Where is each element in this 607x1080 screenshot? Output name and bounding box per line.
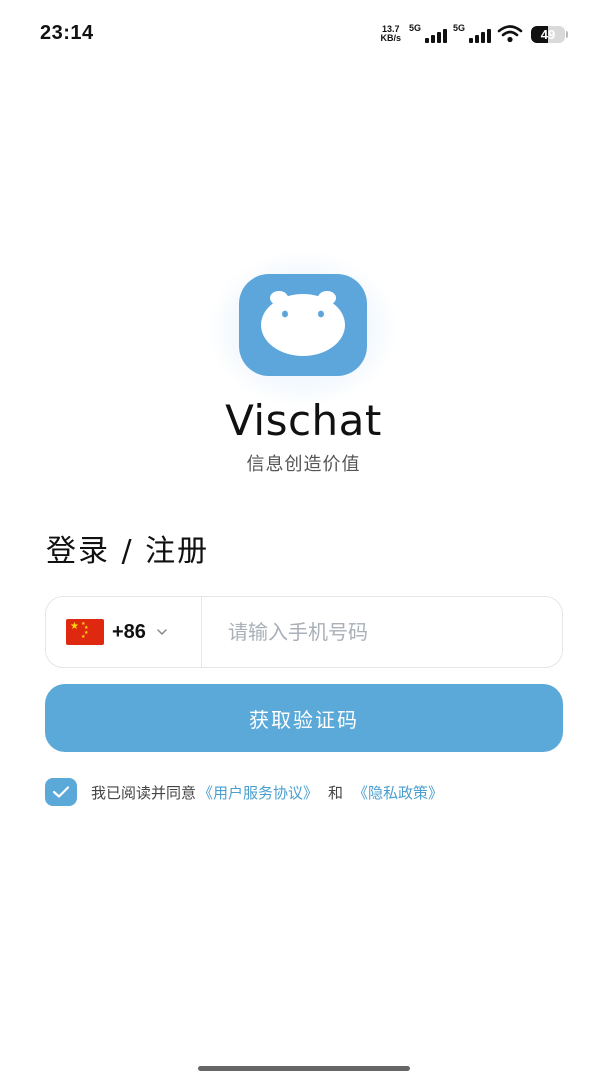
login-screen: 23:14 13.7 KB/s 5G 5G 49 Vischat 信息创造价值 … [0, 0, 607, 1080]
phone-input-group: ★ ★ ★ ★ ★ +86 [45, 596, 563, 668]
country-code-selector[interactable]: ★ ★ ★ ★ ★ +86 [46, 597, 202, 667]
app-logo-tile [239, 274, 367, 376]
phone-number-input[interactable] [202, 597, 562, 667]
login-title: 登录 / 注册 [46, 534, 210, 569]
battery-icon: 49 [531, 25, 568, 43]
country-code: +86 [112, 620, 146, 643]
network-speed-unit: KB/s [380, 33, 401, 43]
privacy-policy-link[interactable]: 《隐私政策》 [353, 782, 443, 803]
china-flag-icon: ★ ★ ★ ★ ★ [66, 619, 104, 645]
signal-icon-2: 5G [453, 23, 491, 45]
agreement-text: 我已阅读并同意 [91, 783, 197, 802]
home-indicator[interactable] [198, 1066, 410, 1071]
bear-face-icon [261, 291, 345, 356]
app-name: Vischat [225, 396, 382, 445]
signal-2-label: 5G [453, 23, 466, 33]
status-icons: 13.7 KB/s 5G 5G 49 [380, 22, 568, 46]
signal-icon-1: 5G [409, 23, 447, 45]
agreement-checkbox[interactable] [45, 778, 77, 806]
app-slogan: 信息创造价值 [246, 454, 361, 475]
status-bar: 23:14 13.7 KB/s 5G 5G 49 [0, 0, 607, 68]
status-time: 23:14 [40, 22, 94, 44]
wifi-icon [497, 25, 523, 43]
signal-1-label: 5G [409, 23, 422, 33]
agreement-row: 我已阅读并同意 《用户服务协议》 和 《隐私政策》 [45, 777, 445, 807]
chevron-down-icon [157, 629, 167, 635]
network-speed: 13.7 KB/s [380, 25, 401, 43]
agreement-conjunction: 和 [328, 783, 344, 802]
battery-level: 49 [540, 26, 556, 42]
app-logo [199, 244, 407, 414]
check-icon [52, 786, 70, 798]
terms-of-service-link[interactable]: 《用户服务协议》 [198, 782, 318, 803]
get-verification-code-button[interactable]: 获取验证码 [45, 684, 563, 752]
